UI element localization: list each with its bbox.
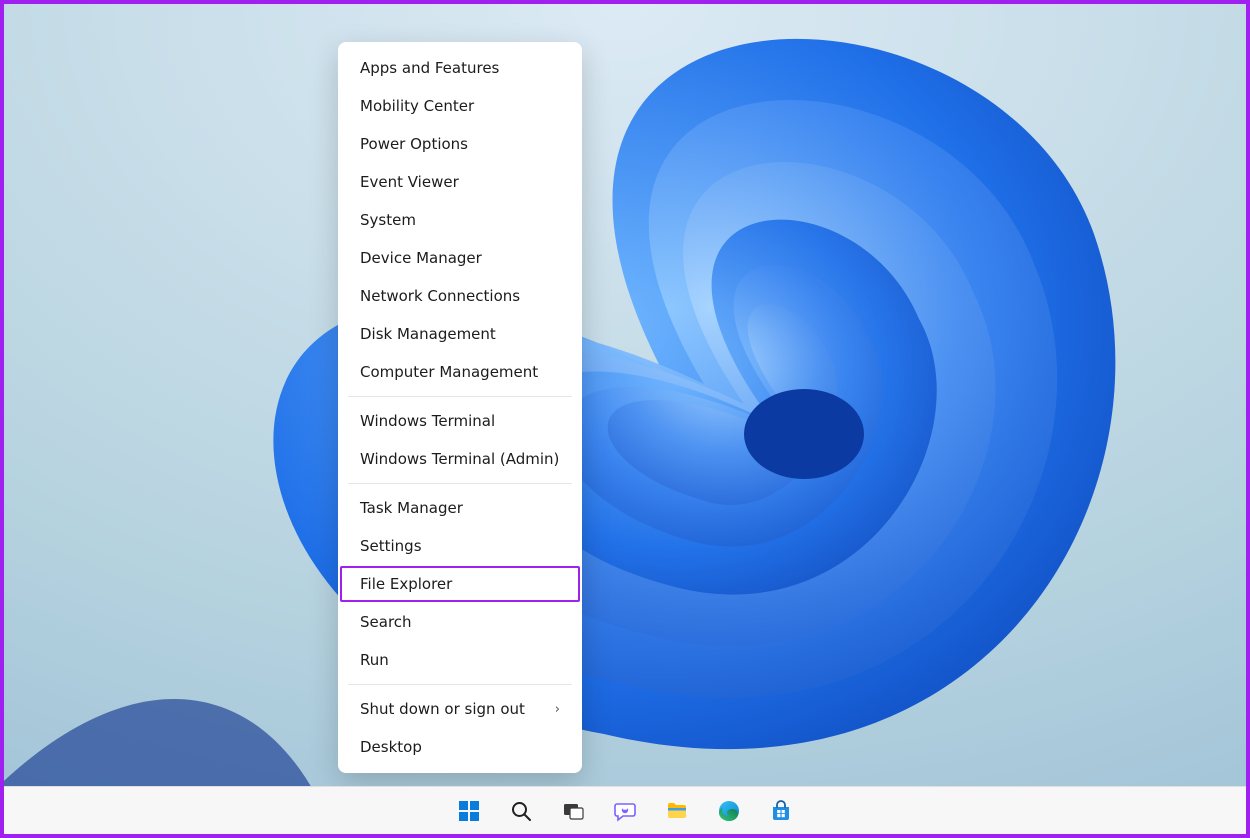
menu-item-label: Desktop (360, 738, 422, 756)
menu-item-apps-and-features[interactable]: Apps and Features (344, 50, 576, 86)
menu-item-device-manager[interactable]: Device Manager (344, 240, 576, 276)
menu-item-power-options[interactable]: Power Options (344, 126, 576, 162)
menu-item-label: File Explorer (360, 575, 452, 593)
menu-item-label: Windows Terminal (Admin) (360, 450, 559, 468)
taskbar-file-explorer-button[interactable] (655, 791, 699, 831)
menu-group-3: Shut down or sign out › Desktop (338, 687, 582, 769)
menu-item-label: Shut down or sign out (360, 700, 525, 718)
menu-item-label: Disk Management (360, 325, 496, 343)
edge-icon (717, 799, 741, 823)
menu-separator (348, 483, 572, 484)
menu-item-label: System (360, 211, 416, 229)
menu-separator (348, 684, 572, 685)
menu-item-task-manager[interactable]: Task Manager (344, 490, 576, 526)
taskbar-edge-button[interactable] (707, 791, 751, 831)
taskbar (4, 786, 1246, 834)
start-icon (457, 799, 481, 823)
menu-item-event-viewer[interactable]: Event Viewer (344, 164, 576, 200)
menu-item-label: Search (360, 613, 412, 631)
menu-item-label: Task Manager (360, 499, 463, 517)
menu-item-file-explorer[interactable]: File Explorer (340, 566, 580, 602)
search-icon (509, 799, 533, 823)
menu-item-run[interactable]: Run (344, 642, 576, 678)
menu-item-disk-management[interactable]: Disk Management (344, 316, 576, 352)
menu-item-label: Device Manager (360, 249, 482, 267)
menu-separator (348, 396, 572, 397)
menu-item-settings[interactable]: Settings (344, 528, 576, 564)
menu-group-0: Apps and Features Mobility Center Power … (338, 46, 582, 394)
menu-item-label: Mobility Center (360, 97, 474, 115)
task-view-icon (561, 799, 585, 823)
taskbar-task-view-button[interactable] (551, 791, 595, 831)
menu-item-mobility-center[interactable]: Mobility Center (344, 88, 576, 124)
menu-item-label: Apps and Features (360, 59, 499, 77)
menu-item-system[interactable]: System (344, 202, 576, 238)
menu-item-label: Network Connections (360, 287, 520, 305)
chat-icon (613, 799, 637, 823)
menu-item-computer-management[interactable]: Computer Management (344, 354, 576, 390)
menu-item-search[interactable]: Search (344, 604, 576, 640)
file-explorer-icon (665, 799, 689, 823)
chevron-right-icon: › (555, 702, 560, 717)
menu-item-label: Run (360, 651, 389, 669)
menu-item-desktop[interactable]: Desktop (344, 729, 576, 765)
menu-item-label: Settings (360, 537, 422, 555)
taskbar-start-button[interactable] (447, 791, 491, 831)
taskbar-search-button[interactable] (499, 791, 543, 831)
menu-item-label: Power Options (360, 135, 468, 153)
store-icon (769, 799, 793, 823)
menu-item-shut-down-or-sign-out[interactable]: Shut down or sign out › (344, 691, 576, 727)
desktop-wallpaper (4, 4, 1246, 834)
winx-context-menu: Apps and Features Mobility Center Power … (338, 42, 582, 773)
menu-item-windows-terminal-admin[interactable]: Windows Terminal (Admin) (344, 441, 576, 477)
menu-group-2: Task Manager Settings File Explorer Sear… (338, 486, 582, 682)
menu-item-label: Event Viewer (360, 173, 459, 191)
taskbar-store-button[interactable] (759, 791, 803, 831)
menu-item-windows-terminal[interactable]: Windows Terminal (344, 403, 576, 439)
taskbar-chat-button[interactable] (603, 791, 647, 831)
menu-item-label: Computer Management (360, 363, 538, 381)
menu-item-label: Windows Terminal (360, 412, 495, 430)
menu-item-network-connections[interactable]: Network Connections (344, 278, 576, 314)
menu-group-1: Windows Terminal Windows Terminal (Admin… (338, 399, 582, 481)
screenshot-frame: Apps and Features Mobility Center Power … (0, 0, 1250, 838)
